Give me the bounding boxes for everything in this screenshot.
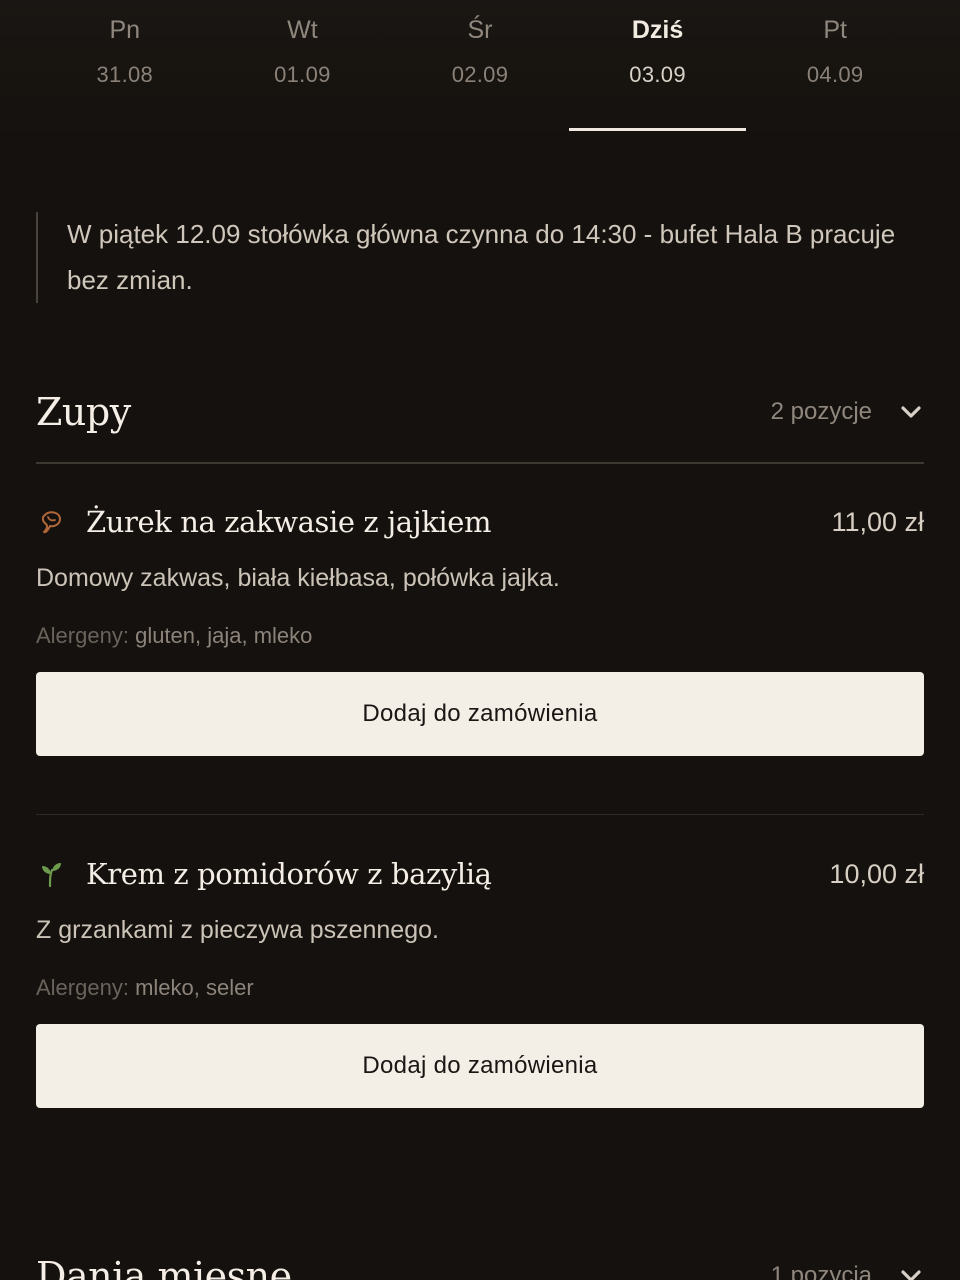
day-tab-date: 04.09 [806, 62, 864, 87]
section-count: 2 pozycje [770, 398, 872, 425]
item-description: Z grzankami z pieczywa pszennego. [36, 916, 439, 944]
allergens-values: mleko, seler [135, 975, 254, 1000]
section-divider [36, 462, 924, 464]
allergens-values: gluten, jaja, mleko [135, 623, 313, 648]
section-title: Zupy [36, 390, 131, 434]
day-tab-name: Pn [109, 16, 141, 44]
leaf-icon [36, 859, 66, 889]
day-tabs: Pn 31.08 Wt 01.09 Śr 02.09 Dziś 03.09 Pt… [0, 0, 960, 131]
item-description: Domowy zakwas, biała kiełbasa, połówka j… [36, 564, 560, 592]
item-price: 11,00 zł [831, 507, 924, 537]
section-title: Dania mięsne [36, 1254, 292, 1280]
day-tab-name: Wt [287, 16, 318, 44]
active-tab-indicator [568, 128, 747, 131]
day-tab-name: Dziś [631, 16, 684, 44]
item-allergens: Alergeny: gluten, jaja, mleko [36, 622, 312, 650]
notice-text: W piątek 12.09 stołówka główna czynna do… [67, 219, 896, 295]
item-name: Krem z pomidorów z bazylią [86, 857, 492, 891]
add-to-order-button[interactable]: Dodaj do zamówienia [36, 672, 924, 756]
day-tab-date: 03.09 [629, 62, 686, 87]
chevron-down-icon[interactable] [898, 1263, 924, 1280]
day-tab-sr[interactable]: Śr 02.09 [391, 0, 569, 131]
section-header-dania-miesne[interactable]: Dania mięsne 1 pozycja [36, 1236, 924, 1280]
day-tab-date: 01.09 [274, 62, 331, 87]
day-tab-pn[interactable]: Pn 31.08 [36, 0, 214, 131]
allergens-label: Alergeny: [36, 975, 129, 1000]
allergens-label: Alergeny: [36, 623, 129, 648]
day-tab-name: Śr [467, 16, 493, 44]
item-price: 10,00 zł [829, 859, 924, 889]
day-tab-pt[interactable]: Pt 04.09 [746, 0, 924, 131]
menu-item: Żurek na zakwasie z jajkiem 11,00 zł Dom… [36, 500, 924, 760]
section-count: 1 pozycja [770, 1262, 872, 1280]
menu-page: Pn 31.08 Wt 01.09 Śr 02.09 Dziś 03.09 Pt… [0, 0, 960, 1280]
day-tab-today[interactable]: Dziś 03.09 [568, 0, 747, 131]
item-divider [36, 814, 924, 815]
section-header-zupy[interactable]: Zupy 2 pozycje [36, 372, 924, 452]
day-tab-wt[interactable]: Wt 01.09 [214, 0, 392, 131]
add-to-order-button[interactable]: Dodaj do zamówienia [36, 1024, 924, 1108]
notice-banner: W piątek 12.09 stołówka główna czynna do… [36, 212, 896, 303]
chevron-down-icon[interactable] [898, 399, 924, 425]
chili-icon [36, 507, 66, 537]
day-tab-name: Pt [823, 16, 847, 44]
menu-item: Krem z pomidorów z bazylią 10,00 zł Z gr… [36, 852, 924, 1112]
day-tab-date: 02.09 [451, 62, 509, 87]
item-name: Żurek na zakwasie z jajkiem [86, 505, 492, 539]
item-allergens: Alergeny: mleko, seler [36, 974, 254, 1002]
day-tab-date: 31.08 [96, 62, 154, 87]
